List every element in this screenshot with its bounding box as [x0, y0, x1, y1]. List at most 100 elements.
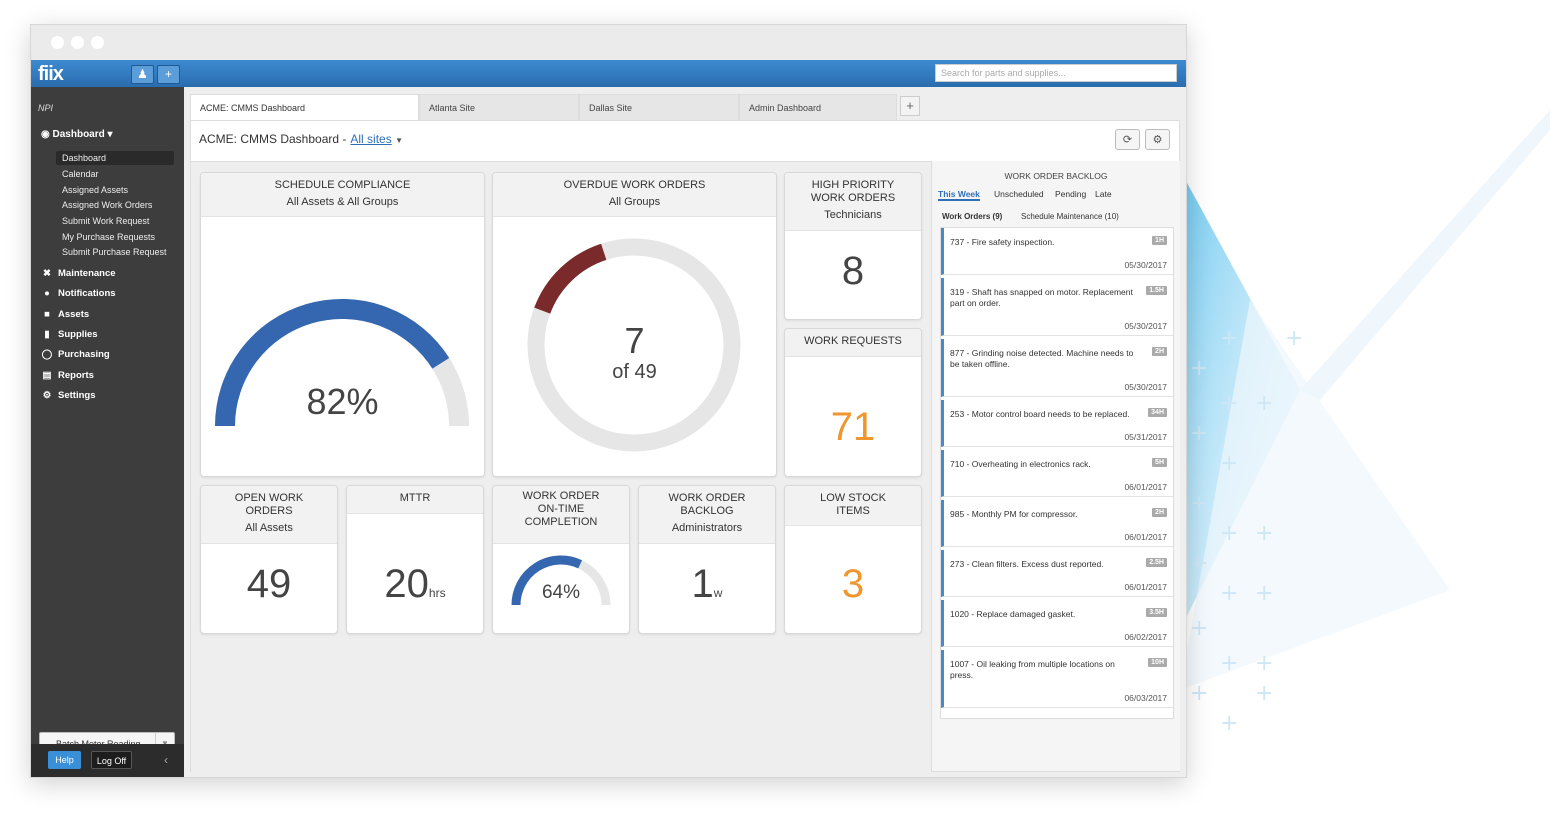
backlog-item[interactable]: 877 - Grinding noise detected. Machine n…	[941, 339, 1173, 397]
card-subtitle: Administrators	[671, 522, 743, 534]
help-button[interactable]: Help	[48, 751, 81, 769]
filter-unscheduled[interactable]: Unscheduled	[994, 189, 1044, 199]
truck-icon: ▮	[44, 329, 50, 340]
sidebar-item-settings[interactable]: ⚙ Settings	[40, 390, 96, 401]
card-title-line1: WORK ORDER	[522, 490, 600, 502]
backlog-list: 737 - Fire safety inspection. 1H 05/30/2…	[940, 227, 1174, 719]
svg-text:+: +	[1190, 616, 1208, 641]
item-date: 05/30/2017	[1124, 260, 1167, 270]
svg-text:+: +	[1190, 551, 1208, 576]
sidebar-subitem-my-purchase-requests[interactable]: My Purchase Requests	[56, 230, 174, 244]
svg-text:+: +	[1190, 491, 1208, 516]
svg-text:+: +	[1190, 421, 1208, 446]
fiix-logo[interactable]: fiix	[38, 63, 64, 86]
filter-late[interactable]: Late	[1095, 189, 1112, 199]
filter-this-week[interactable]: This Week	[938, 189, 980, 201]
backlog-item[interactable]: 1020 - Replace damaged gasket. 3.5H 06/0…	[941, 600, 1173, 647]
low-stock-items-card: LOW STOCK ITEMS 3	[784, 485, 922, 634]
dashboard-content: ACME: CMMS Dashboard - All sites ▼ ⟳ ⚙ SC…	[190, 120, 1180, 772]
svg-text:+: +	[1220, 521, 1238, 546]
nav-label: Purchasing	[58, 349, 110, 360]
user-icon[interactable]: ♟	[131, 65, 154, 84]
item-text: 1007 - Oil leaking from multiple locatio…	[950, 659, 1115, 680]
sidebar-item-supplies[interactable]: ▮ Supplies	[40, 329, 98, 340]
item-text: 710 - Overheating in electronics rack.	[950, 459, 1091, 469]
high-priority-card: HIGH PRIORITY WORK ORDERS Technicians 8	[784, 172, 922, 320]
item-hours-badge: 34H	[1148, 408, 1167, 417]
chevron-down-icon: ▾	[107, 129, 113, 140]
work-order-backlog-panel: WORK ORDER BACKLOG This Week Unscheduled…	[931, 161, 1180, 771]
nav-label: Settings	[58, 390, 96, 401]
on-time-value: 64%	[541, 582, 581, 603]
mttr-value-wrap: 20hrs	[347, 562, 483, 607]
sidebar-subitem-assigned-assets[interactable]: Assigned Assets	[56, 183, 174, 197]
window-titlebar	[31, 25, 1186, 61]
log-off-button[interactable]: Log Off	[91, 751, 132, 769]
add-tab-button[interactable]: +	[900, 96, 920, 116]
sidebar-item-purchasing[interactable]: ◯ Purchasing	[40, 349, 110, 360]
search-input[interactable]: Search for parts and supplies...	[935, 64, 1177, 82]
all-sites-link[interactable]: All sites	[350, 132, 391, 146]
sidebar-subitem-dashboard[interactable]: Dashboard	[56, 151, 174, 165]
assets-icon: ■	[44, 309, 50, 320]
sidebar-item-dashboard[interactable]: ◉ Dashboard ▾	[41, 129, 113, 140]
settings-button[interactable]: ⚙	[1145, 129, 1170, 150]
tab-dallas-site[interactable]: Dallas Site	[579, 94, 739, 120]
subtab-work-orders[interactable]: Work Orders (9)	[942, 212, 1002, 221]
tab-atlanta-site[interactable]: Atlanta Site	[419, 94, 579, 120]
nav-label: Notifications	[58, 288, 116, 299]
tab-admin-dashboard[interactable]: Admin Dashboard	[739, 94, 897, 120]
collapse-sidebar-icon[interactable]: ‹	[164, 753, 168, 767]
window-minimize-dot[interactable]	[71, 36, 84, 49]
add-icon[interactable]: +	[157, 65, 180, 84]
item-hours-badge: 1H	[1152, 236, 1167, 245]
card-title: MTTR	[399, 492, 431, 504]
backlog-item[interactable]: 985 - Monthly PM for compressor. 2H 06/0…	[941, 500, 1173, 547]
sidebar-subitem-calendar[interactable]: Calendar	[56, 167, 174, 181]
sidebar-subitem-submit-purchase-request[interactable]: Submit Purchase Request	[56, 245, 174, 259]
filter-pending[interactable]: Pending	[1055, 189, 1086, 199]
card-subtitle: Technicians	[824, 209, 882, 221]
item-hours-badge: 2H	[1152, 347, 1167, 356]
nav-label: Supplies	[58, 329, 98, 340]
tab-acme-cmms-dashboard[interactable]: ACME: CMMS Dashboard	[190, 94, 419, 120]
sidebar-item-reports[interactable]: ▤ Reports	[40, 370, 94, 381]
svg-text:+: +	[1255, 651, 1273, 676]
chat-bubble-icon: ●	[44, 288, 50, 299]
globe-icon: ◉	[41, 129, 50, 140]
sidebar-item-notifications[interactable]: ● Notifications	[40, 288, 116, 299]
wrench-icon: ✖	[43, 268, 51, 279]
card-title-line2: ORDERS	[245, 505, 293, 517]
chevron-down-icon[interactable]: ▼	[395, 136, 403, 145]
backlog-item[interactable]: 737 - Fire safety inspection. 1H 05/30/2…	[941, 228, 1173, 275]
item-text: 985 - Monthly PM for compressor.	[950, 509, 1078, 519]
card-title: OVERDUE WORK ORDERS	[563, 179, 706, 191]
sidebar-subitem-assigned-work-orders[interactable]: Assigned Work Orders	[56, 198, 174, 212]
item-text: 273 - Clean filters. Excess dust reporte…	[950, 559, 1104, 569]
gear-icon: ⚙	[42, 390, 52, 401]
sidebar-item-maintenance[interactable]: ✖ Maintenance	[40, 268, 116, 279]
app-window: fiix ♟ + Search for parts and supplies..…	[30, 24, 1187, 778]
card-header: SCHEDULE COMPLIANCE All Assets & All Gro…	[201, 173, 484, 217]
backlog-item[interactable]: 319 - Shaft has snapped on motor. Replac…	[941, 278, 1173, 336]
nav-label: Maintenance	[58, 268, 116, 279]
window-maximize-dot[interactable]	[91, 36, 104, 49]
page-title: ACME: CMMS Dashboard - All sites ▼	[199, 132, 403, 146]
backlog-item[interactable]: 253 - Motor control board needs to be re…	[941, 400, 1173, 447]
backlog-item[interactable]: 710 - Overheating in electronics rack. 5…	[941, 450, 1173, 497]
sidebar-subitem-submit-work-request[interactable]: Submit Work Request	[56, 214, 174, 228]
card-header: OVERDUE WORK ORDERS All Groups	[493, 173, 776, 217]
backlog-item[interactable]: 1007 - Oil leaking from multiple locatio…	[941, 650, 1173, 708]
item-text: 1020 - Replace damaged gasket.	[950, 609, 1076, 619]
item-hours-badge: 2.5H	[1146, 558, 1167, 567]
card-title-line2: WORK ORDERS	[810, 192, 896, 204]
backlog-item[interactable]: 273 - Clean filters. Excess dust reporte…	[941, 550, 1173, 597]
sidebar-item-assets[interactable]: ■ Assets	[40, 309, 89, 320]
open-work-orders-card: OPEN WORK ORDERS All Assets 49	[200, 485, 338, 634]
dashboard-title-text: ACME: CMMS Dashboard -	[199, 132, 347, 146]
window-close-dot[interactable]	[51, 36, 64, 49]
svg-text:+: +	[1220, 651, 1238, 676]
refresh-button[interactable]: ⟳	[1115, 129, 1140, 150]
schedule-compliance-gauge	[215, 299, 469, 427]
subtab-schedule-maintenance[interactable]: Schedule Maintenance (10)	[1021, 212, 1119, 221]
